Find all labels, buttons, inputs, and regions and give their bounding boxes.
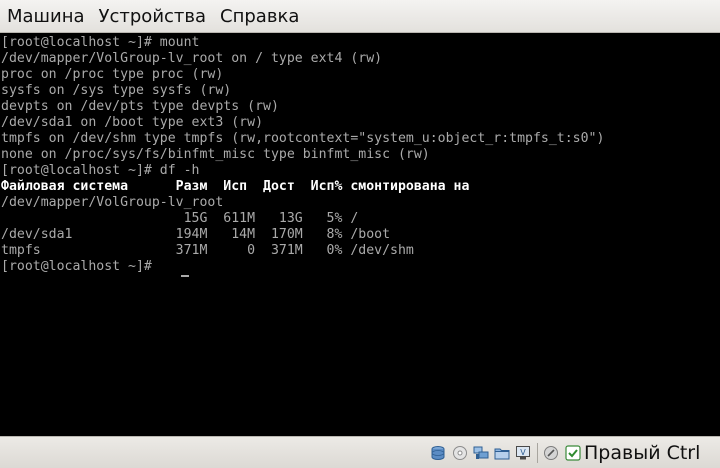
status-separator <box>537 443 538 463</box>
network-icon[interactable] <box>473 445 489 461</box>
host-key-icon[interactable] <box>565 445 581 461</box>
hard-disk-icon[interactable] <box>430 445 446 461</box>
svg-text:V: V <box>520 448 526 457</box>
shared-folder-icon[interactable] <box>494 445 510 461</box>
terminal-line: tmpfs on /dev/shm type tmpfs (rw,rootcon… <box>1 131 605 146</box>
terminal-line: 15G 611M 13G 5% / <box>1 211 359 226</box>
terminal-line: [root@localhost ~]# mount <box>1 35 200 50</box>
terminal-screen[interactable]: [root@localhost ~]# mount /dev/mapper/Vo… <box>0 34 720 436</box>
menu-bar: Машина Устройства Справка <box>0 0 720 33</box>
terminal-line: /dev/mapper/VolGroup-lv_root on / type e… <box>1 51 383 66</box>
display-icon[interactable]: V <box>515 445 531 461</box>
menu-machine[interactable]: Машина <box>0 0 92 33</box>
terminal-line: tmpfs 371M 0 371M 0% /dev/shm <box>1 243 414 258</box>
terminal-line: sysfs on /sys type sysfs (rw) <box>1 83 232 98</box>
terminal-line: [root@localhost ~]# df -h <box>1 163 200 178</box>
status-bar: V Правый Ctrl <box>0 436 720 468</box>
menu-devices[interactable]: Устройства <box>92 0 214 33</box>
terminal-line: none on /proc/sys/fs/binfmt_misc type bi… <box>1 147 430 162</box>
df-header-line: Файловая система Разм Исп Дост Исп% смон… <box>1 179 470 194</box>
terminal-cursor <box>181 275 189 277</box>
terminal-line: /dev/sda1 194M 14M 170M 8% /boot <box>1 227 391 242</box>
host-key-label: Правый Ctrl <box>584 442 701 464</box>
terminal-line: /dev/sda1 on /boot type ext3 (rw) <box>1 115 264 130</box>
mouse-integration-icon[interactable] <box>543 445 559 461</box>
terminal-line: proc on /proc type proc (rw) <box>1 67 224 82</box>
terminal-prompt-line: [root@localhost ~]# <box>1 259 160 274</box>
terminal-line: devpts on /dev/pts type devpts (rw) <box>1 99 279 114</box>
menu-help[interactable]: Справка <box>213 0 306 33</box>
optical-disc-icon[interactable] <box>452 445 468 461</box>
terminal-line: /dev/mapper/VolGroup-lv_root <box>1 195 224 210</box>
